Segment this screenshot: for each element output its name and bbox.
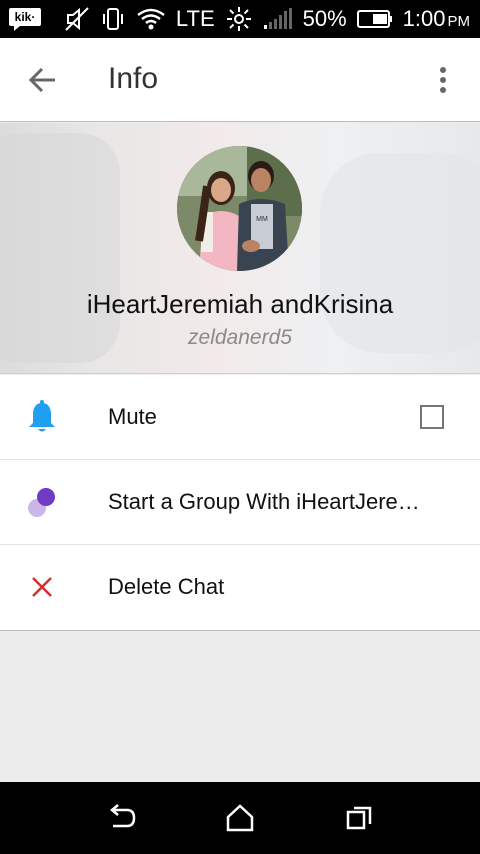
status-bar: kik· LTE 50% 1:00 PM	[0, 0, 480, 38]
recent-apps-icon[interactable]	[342, 800, 378, 836]
options-list: Mute Start a Group With iHeartJere… Dele…	[0, 375, 480, 631]
wifi-icon	[137, 8, 165, 30]
vibrate-icon	[102, 8, 123, 30]
delete-chat-label: Delete Chat	[108, 574, 225, 599]
profile-header: MM iHeartJeremiah andKrisina zeldanerd5	[0, 123, 480, 374]
clock-ampm: PM	[447, 13, 471, 30]
back-arrow-icon[interactable]	[22, 62, 62, 98]
network-type: LTE	[175, 6, 215, 31]
mute-checkbox[interactable]	[420, 405, 444, 429]
sync-icon	[226, 7, 251, 31]
clock: 1:00 PM	[403, 6, 470, 32]
display-name: iHeartJeremiah andKrisina	[86, 289, 394, 319]
page-title: Info	[108, 62, 159, 95]
battery-percent: 50%	[302, 6, 347, 31]
battery-icon	[356, 10, 392, 28]
clock-time: 1:00	[402, 6, 446, 31]
svg-text:MM: MM	[256, 216, 268, 223]
start-group-label: Start a Group With iHeartJere…	[108, 489, 420, 514]
overflow-menu-icon[interactable]	[426, 62, 460, 98]
mute-label: Mute	[108, 404, 157, 429]
home-nav-icon[interactable]	[222, 800, 258, 836]
header-background-blur	[320, 153, 480, 353]
back-nav-icon[interactable]	[103, 800, 139, 836]
mute-option[interactable]: Mute	[0, 375, 480, 460]
kik-logo-text: kik·	[15, 10, 36, 24]
close-icon	[32, 577, 52, 597]
avatar[interactable]: MM	[177, 146, 302, 271]
username: zeldanerd5	[188, 326, 292, 349]
navigation-bar	[0, 782, 480, 854]
signal-icon	[263, 8, 292, 29]
start-group-option[interactable]: Start a Group With iHeartJere…	[0, 460, 480, 545]
group-icon	[28, 488, 55, 517]
mute-status-icon	[65, 7, 89, 31]
kik-logo-icon: kik·	[9, 8, 41, 31]
delete-chat-option[interactable]: Delete Chat	[0, 545, 480, 630]
bell-icon	[29, 400, 55, 432]
avatar-photo: MM	[177, 146, 302, 271]
app-bar: Info	[0, 38, 480, 122]
